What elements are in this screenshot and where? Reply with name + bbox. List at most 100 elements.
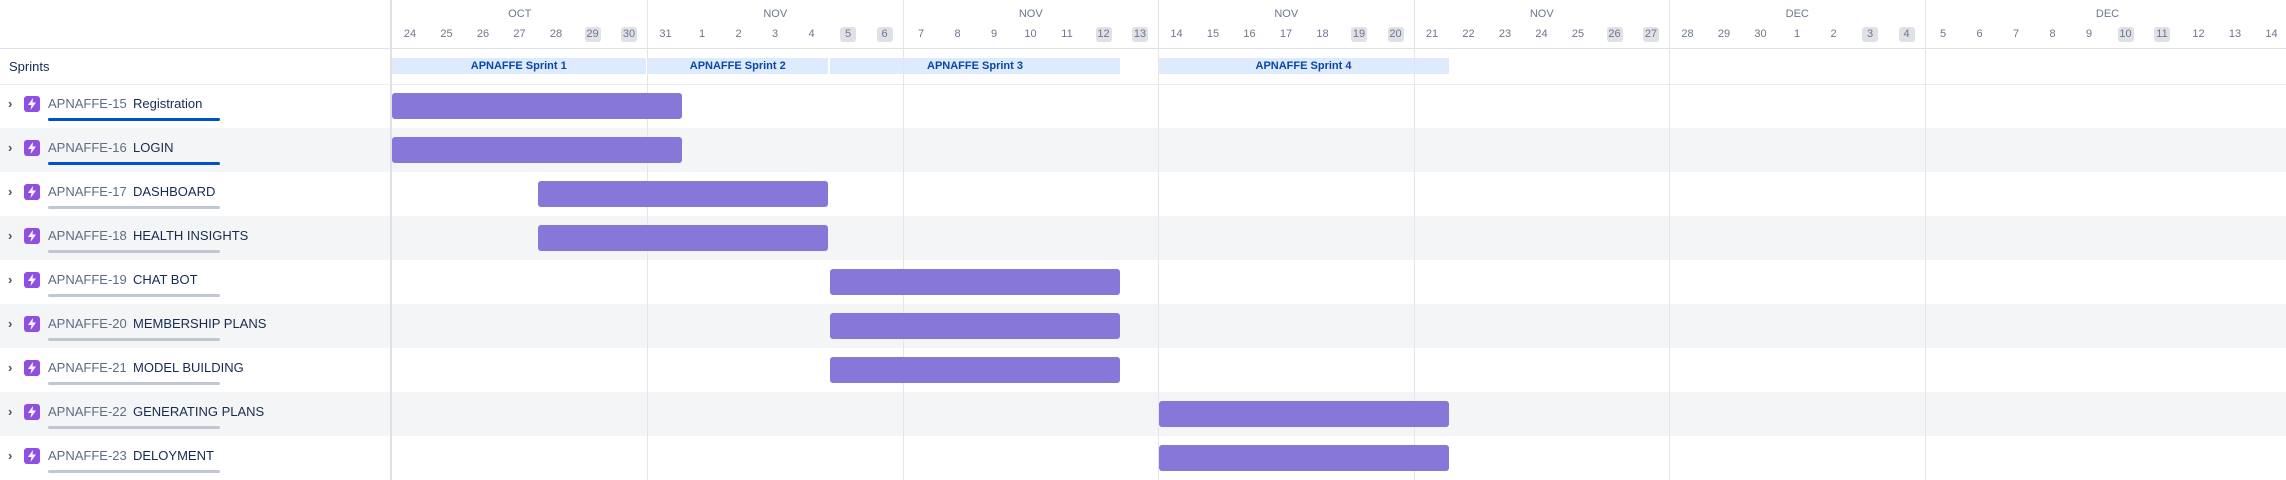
- day-label: 28: [549, 28, 563, 40]
- epic-icon: [24, 448, 40, 464]
- day-label: 6: [1976, 28, 1983, 40]
- day-label: 4: [1898, 27, 1915, 42]
- issue-row[interactable]: › APNAFFE-20 MEMBERSHIP PLANS: [0, 304, 390, 348]
- month-label: NOV: [1529, 8, 1554, 20]
- issue-row[interactable]: › APNAFFE-19 CHAT BOT: [0, 260, 390, 304]
- sprint-bar[interactable]: APNAFFE Sprint 2: [647, 58, 828, 74]
- day-label: 7: [917, 28, 925, 40]
- month-gridline: [902, 0, 904, 480]
- month-band: NOV: [1414, 0, 1670, 24]
- day-label: 10: [1024, 28, 1037, 40]
- issue-row[interactable]: › APNAFFE-16 LOGIN: [0, 128, 390, 172]
- day-label: 29: [1717, 28, 1731, 40]
- sprints-row-label: Sprints: [0, 48, 390, 85]
- issue-title[interactable]: DELOYMENT: [133, 448, 214, 463]
- sprint-label: APNAFFE Sprint 1: [470, 60, 567, 72]
- chevron-right-icon[interactable]: ›: [8, 141, 20, 154]
- day-label: 20: [1387, 27, 1404, 42]
- issue-key[interactable]: APNAFFE-15: [48, 96, 127, 111]
- sprint-bar[interactable]: APNAFFE Sprint 1: [392, 58, 646, 74]
- issue-key[interactable]: APNAFFE-23: [48, 448, 127, 463]
- day-label: 10: [2117, 27, 2134, 42]
- issue-key[interactable]: APNAFFE-16: [48, 140, 127, 155]
- issue-bar[interactable]: [392, 93, 682, 119]
- issue-title[interactable]: HEALTH INSIGHTS: [133, 228, 248, 243]
- issue-bar[interactable]: [1158, 401, 1449, 427]
- progress-fill: [48, 162, 220, 165]
- epic-icon: [24, 184, 40, 200]
- month-band: OCT: [392, 0, 648, 24]
- day-label: 11: [1061, 28, 1073, 40]
- day-label: 2: [1830, 28, 1837, 40]
- epic-icon: [24, 96, 40, 112]
- issue-title[interactable]: Registration: [133, 96, 202, 111]
- sprints-label: Sprints: [9, 59, 50, 74]
- timeline-row: [392, 304, 2286, 348]
- issue-row[interactable]: › APNAFFE-17 DASHBOARD: [0, 172, 390, 216]
- chevron-right-icon[interactable]: ›: [8, 405, 20, 418]
- month-label: OCT: [508, 8, 532, 20]
- timeline-row: [392, 348, 2286, 392]
- day-label: 22: [1462, 28, 1475, 40]
- day-label: 15: [1206, 28, 1220, 40]
- day-label: 16: [1243, 28, 1256, 40]
- issue-title[interactable]: MODEL BUILDING: [133, 360, 244, 375]
- issue-row[interactable]: › APNAFFE-22 GENERATING PLANS: [0, 392, 390, 436]
- chevron-right-icon[interactable]: ›: [8, 361, 20, 374]
- issue-key[interactable]: APNAFFE-20: [48, 316, 127, 331]
- chevron-right-icon[interactable]: ›: [8, 97, 20, 110]
- day-label: 18: [1316, 28, 1329, 40]
- chevron-right-icon[interactable]: ›: [8, 229, 20, 242]
- day-label: 23: [1498, 28, 1512, 40]
- issue-key[interactable]: APNAFFE-19: [48, 272, 127, 287]
- issue-bar[interactable]: [538, 225, 828, 251]
- timeline-row: [392, 260, 2286, 304]
- day-label: 1: [698, 28, 706, 40]
- issue-title[interactable]: MEMBERSHIP PLANS: [133, 316, 266, 331]
- day-label: 6: [876, 27, 893, 42]
- day-label: 26: [1606, 27, 1623, 42]
- issue-bar[interactable]: [830, 269, 1120, 295]
- issue-bar[interactable]: [392, 137, 682, 163]
- sprint-label: APNAFFE Sprint 2: [689, 60, 786, 72]
- day-label: 27: [1643, 27, 1659, 42]
- day-label: 3: [1862, 27, 1878, 42]
- month-gridline: [1924, 0, 1926, 480]
- progress-bar: [48, 294, 220, 297]
- issue-row[interactable]: › APNAFFE-21 MODEL BUILDING: [0, 348, 390, 392]
- epic-icon: [24, 272, 40, 288]
- chevron-right-icon[interactable]: ›: [8, 449, 20, 462]
- month-band: DEC: [1925, 0, 2286, 24]
- issue-row[interactable]: › APNAFFE-15 Registration: [0, 84, 390, 128]
- issue-bar[interactable]: [538, 181, 828, 207]
- issue-row[interactable]: › APNAFFE-23 DELOYMENT: [0, 436, 390, 480]
- day-label: 30: [621, 27, 637, 42]
- issue-key[interactable]: APNAFFE-21: [48, 360, 127, 375]
- panel-divider[interactable]: [390, 0, 392, 480]
- chevron-right-icon[interactable]: ›: [8, 317, 20, 330]
- sprint-bar[interactable]: APNAFFE Sprint 3: [830, 58, 1120, 74]
- day-label: 25: [1571, 28, 1585, 40]
- day-label: 9: [990, 28, 998, 40]
- day-label: 14: [2265, 28, 2278, 40]
- epic-icon: [24, 228, 40, 244]
- chevron-right-icon[interactable]: ›: [8, 185, 20, 198]
- progress-fill: [48, 118, 220, 121]
- chevron-right-icon[interactable]: ›: [8, 273, 20, 286]
- issue-key[interactable]: APNAFFE-18: [48, 228, 127, 243]
- issue-key[interactable]: APNAFFE-17: [48, 184, 127, 199]
- issue-title[interactable]: CHAT BOT: [133, 272, 198, 287]
- issue-bar[interactable]: [1158, 445, 1449, 471]
- day-label: 11: [2154, 27, 2170, 42]
- issue-title[interactable]: DASHBOARD: [133, 184, 215, 199]
- issue-key[interactable]: APNAFFE-22: [48, 404, 127, 419]
- issue-title[interactable]: LOGIN: [133, 140, 173, 155]
- sprint-bar[interactable]: APNAFFE Sprint 4: [1158, 58, 1449, 74]
- day-label: 17: [1279, 28, 1293, 40]
- progress-bar: [48, 162, 220, 165]
- progress-bar: [48, 338, 220, 341]
- issue-bar[interactable]: [830, 357, 1120, 383]
- issue-bar[interactable]: [830, 313, 1120, 339]
- issue-row[interactable]: › APNAFFE-18 HEALTH INSIGHTS: [0, 216, 390, 260]
- issue-title[interactable]: GENERATING PLANS: [133, 404, 264, 419]
